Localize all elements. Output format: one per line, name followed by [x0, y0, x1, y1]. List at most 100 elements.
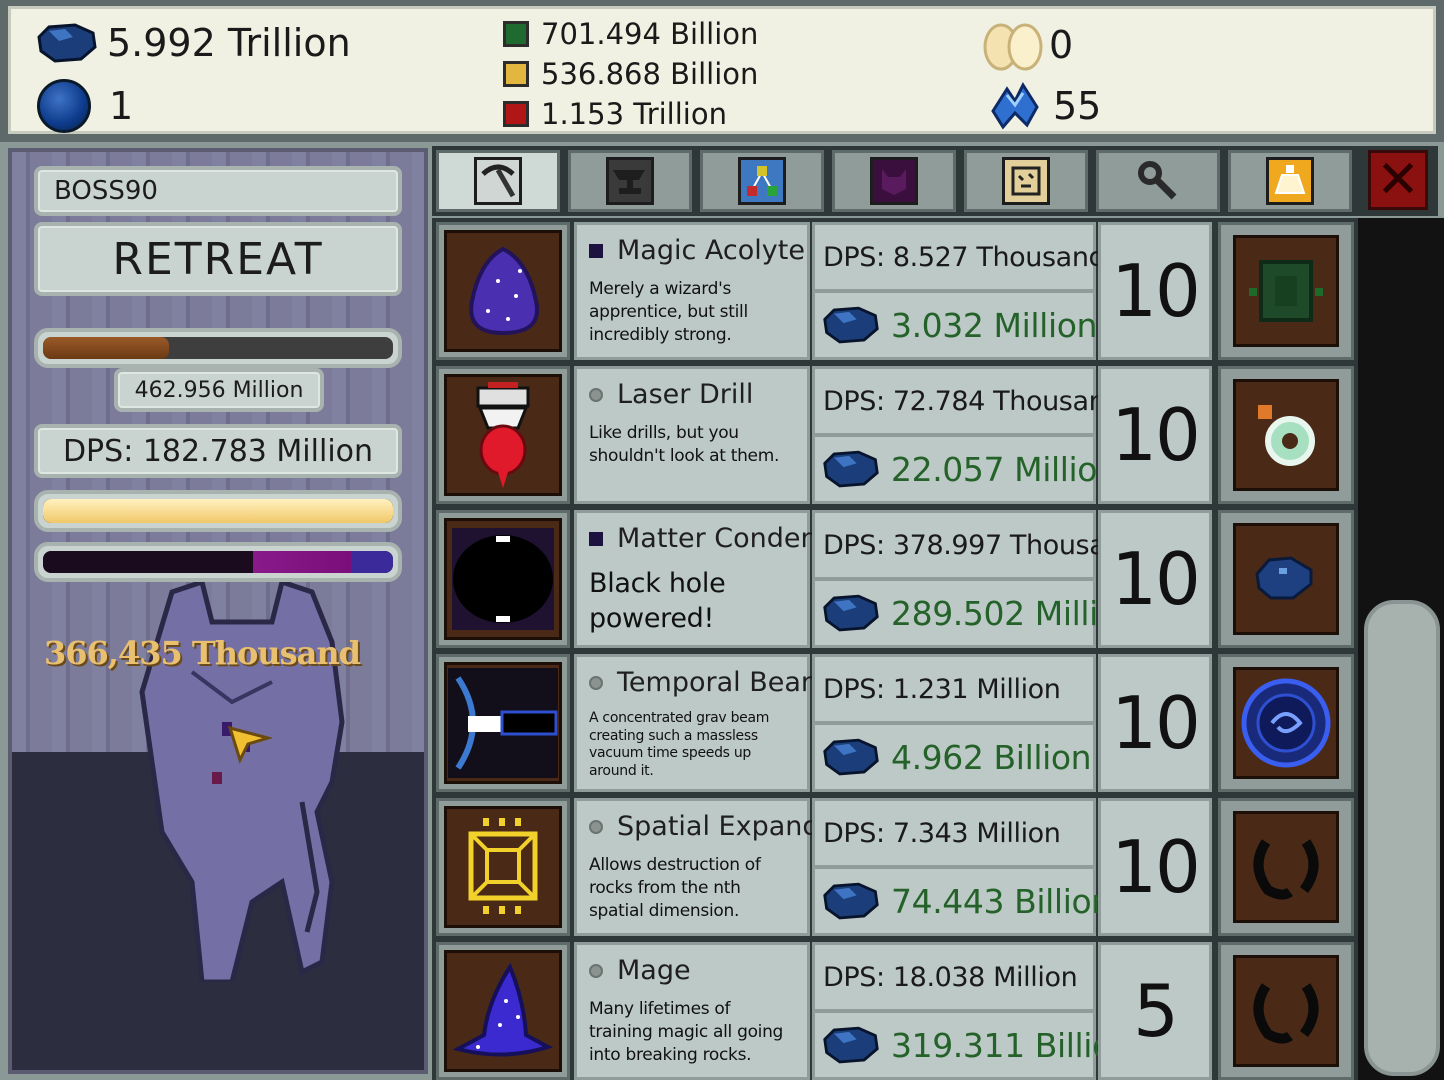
miner-description: Merely a wizard's apprentice, but still …: [589, 279, 748, 345]
lens-icon: [1233, 379, 1339, 491]
miner-portrait[interactable]: [436, 222, 570, 360]
miner-level: 5: [1098, 942, 1212, 1080]
miner-cost: 319.311 Billion: [891, 1025, 1133, 1065]
boss-panel: BOSS90 RETREAT 462.956 Million DPS: 182.…: [8, 148, 428, 1074]
miner-info: Magic Acolyte Merely a wizard's apprentic…: [574, 222, 810, 360]
gold-ore-count: 536.868 Billion: [541, 57, 759, 91]
close-icon: ✕: [1376, 150, 1420, 210]
buy-button[interactable]: 74.443 Billion: [815, 869, 1112, 933]
upgrade-button[interactable]: [1218, 366, 1354, 504]
boss-health-text: 462.956 Million: [114, 368, 324, 412]
wrench-icon: [1134, 157, 1182, 205]
buy-button[interactable]: 4.962 Billion: [815, 725, 1093, 789]
orb-counter: 1: [37, 79, 133, 133]
status-dot-icon: [589, 243, 603, 258]
tab-map[interactable]: [964, 150, 1088, 212]
tab-demon[interactable]: [832, 150, 956, 212]
miner-portrait[interactable]: [436, 510, 570, 648]
red-ore-count: 1.153 Trillion: [541, 97, 727, 131]
boss-health-value: 462.956 Million: [134, 377, 304, 403]
upgrade-button[interactable]: [1218, 942, 1354, 1080]
buy-button[interactable]: 3.032 Million: [815, 293, 1097, 357]
miner-portrait[interactable]: [436, 942, 570, 1080]
retreat-button[interactable]: RETREAT: [34, 222, 402, 296]
dps-value: DPS: 182.783 Million: [62, 433, 374, 469]
tab-anvil[interactable]: [568, 150, 692, 212]
close-button[interactable]: ✕: [1368, 150, 1428, 210]
miner-name-row: Temporal Beam: [589, 667, 827, 698]
miner-dps: DPS: 7.343 Million: [815, 801, 1093, 865]
spellbook-icon: [1233, 235, 1339, 347]
miner-level: 10: [1098, 366, 1212, 504]
laurel-icon: [1233, 811, 1339, 923]
resource-bar: 5.992 Trillion 1 701.494 Billion 536.868…: [0, 0, 1444, 142]
tab-wrench[interactable]: [1096, 150, 1220, 212]
miner-name: Mage: [617, 955, 691, 986]
cost-gem-icon: [823, 738, 879, 776]
miner-dps: DPS: 378.997 Thousand: [815, 513, 1139, 577]
gem-counter: 5.992 Trillion: [35, 21, 351, 65]
red-ore-counter: 1.153 Trillion: [503, 97, 727, 131]
charge-bar: [34, 490, 402, 532]
miner-portrait[interactable]: [436, 366, 570, 504]
list-scrollbar[interactable]: [1364, 600, 1440, 1076]
gem-icon: [37, 23, 97, 63]
retreat-label: RETREAT: [112, 233, 324, 285]
miner-info: Matter Condenser Black hole powered!: [574, 510, 859, 648]
buy-button[interactable]: 289.502 Million: [815, 581, 1139, 645]
miner-portrait[interactable]: [436, 798, 570, 936]
miner-level: 10: [1098, 222, 1212, 360]
miner-stats: DPS: 1.231 Million 4.962 Billion: [812, 654, 1096, 792]
miner-portrait[interactable]: [436, 654, 570, 792]
miner-description: Allows destruction of rocks from the nth…: [589, 855, 761, 921]
upgrade-button[interactable]: [1218, 798, 1354, 936]
gems-tree-icon: [738, 157, 786, 205]
upgrade-button[interactable]: [1218, 654, 1354, 792]
miner-info: Temporal Beam A concentrated grav beam cr…: [574, 654, 827, 792]
cost-gem-icon: [823, 1026, 879, 1064]
miner-name-row: Mage: [589, 955, 797, 986]
status-dot-icon: [589, 531, 603, 546]
miner-name-row: Magic Acolyte: [589, 235, 805, 266]
miner-cost: 4.962 Billion: [891, 737, 1092, 777]
wizard-hat-icon: [444, 230, 562, 352]
boss-name: BOSS90: [34, 166, 402, 216]
beam-cannon-icon: [444, 662, 562, 784]
status-dot-icon: [589, 387, 603, 402]
miner-info: Mage Many lifetimes of training magic all…: [574, 942, 810, 1080]
miner-info: Spatial Expander Allows destruction of ro…: [574, 798, 847, 936]
tab-skill-tree[interactable]: [700, 150, 824, 212]
cost-gem-icon: [823, 450, 879, 488]
miner-stats: DPS: 8.527 Thousand 3.032 Million: [812, 222, 1106, 360]
gem-count: 5.992 Trillion: [107, 21, 351, 65]
miner-dps: DPS: 1.231 Million: [815, 657, 1093, 721]
miner-cost: 74.443 Billion: [891, 881, 1112, 921]
buy-button[interactable]: 319.311 Billion: [815, 1013, 1133, 1077]
miner-name-row: Laser Drill: [589, 379, 797, 410]
green-ore-counter: 701.494 Billion: [503, 17, 758, 51]
upgrade-button[interactable]: [1218, 222, 1354, 360]
boss-health-bar: [34, 328, 402, 368]
miner-cost: 3.032 Million: [891, 305, 1098, 345]
miner-level: 10: [1098, 798, 1212, 936]
miner-name-row: Spatial Expander: [589, 811, 847, 842]
buy-button[interactable]: 22.057 Million: [815, 437, 1118, 501]
tab-pickaxe[interactable]: [436, 150, 560, 212]
egg-icon: [983, 23, 1043, 71]
tab-potion[interactable]: [1228, 150, 1352, 212]
miner-name: Magic Acolyte: [617, 235, 805, 266]
damage-float-text: 366,435 Thousand: [44, 634, 361, 672]
miner-stats: DPS: 72.784 Thousand 22.057 Million: [812, 366, 1122, 504]
gem-cluster-icon: [1233, 523, 1339, 635]
upgrade-button[interactable]: [1218, 510, 1354, 648]
demon-icon: [870, 157, 918, 205]
resource-panel: 5.992 Trillion 1 701.494 Billion 536.868…: [8, 6, 1436, 134]
miner-dps: DPS: 18.038 Million: [815, 945, 1093, 1009]
miner-name-row: Matter Condenser: [589, 523, 859, 554]
gold-ore-counter: 536.868 Billion: [503, 57, 758, 91]
miner-row: Matter Condenser Black hole powered! DPS: …: [436, 510, 1354, 648]
green-ore-icon: [503, 21, 529, 47]
laurel-icon: [1233, 955, 1339, 1067]
miner-row: Magic Acolyte Merely a wizard's apprentic…: [436, 222, 1354, 360]
miner-dps: DPS: 8.527 Thousand: [815, 225, 1106, 289]
